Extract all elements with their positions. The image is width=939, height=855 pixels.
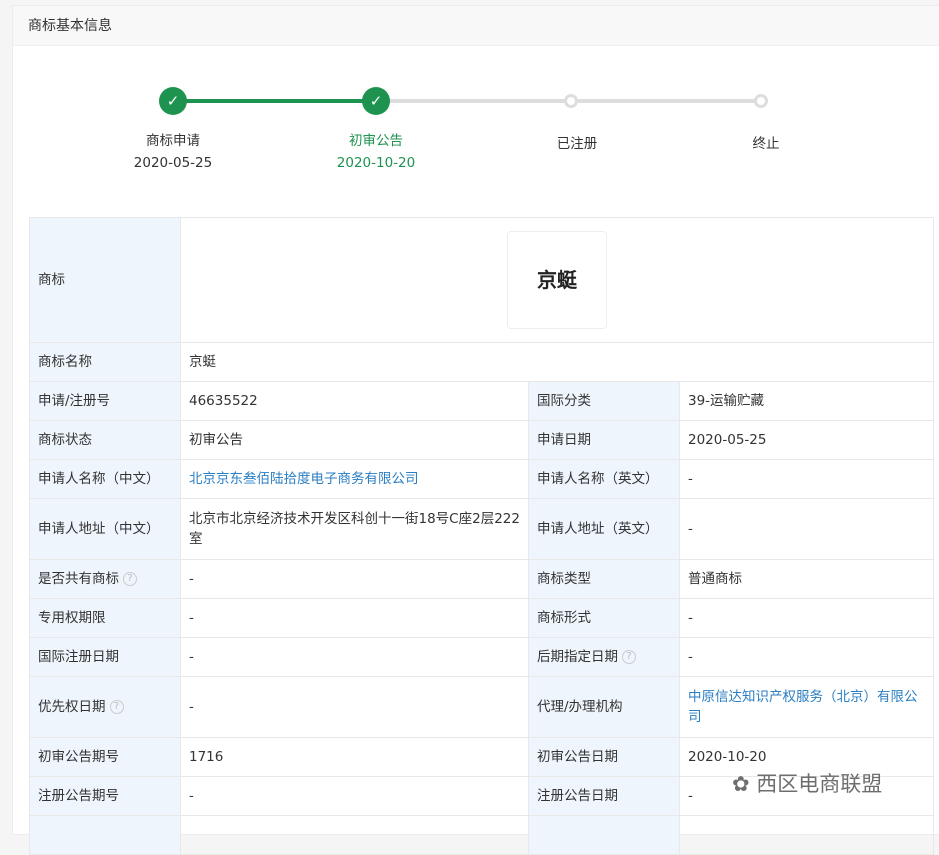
row-label: 国际分类 [528, 381, 680, 421]
panel-title: 商标基本信息 [13, 6, 939, 46]
help-icon[interactable]: ? [109, 700, 124, 714]
row-value: - [180, 598, 529, 638]
row-label: 是否共有商标 [38, 571, 119, 587]
table-row: 申请人地址（中文） 北京市北京经济技术开发区科创十一街18号C座2层222室 申请人… [29, 498, 934, 560]
row-label: 申请人名称（中文） [29, 459, 181, 499]
row-label: 商标形式 [528, 598, 680, 638]
row-label: 申请人地址（中文） [29, 498, 181, 560]
row-value: - [180, 776, 529, 816]
row-label: 商标名称 [29, 342, 181, 382]
row-value: 北京市北京经济技术开发区科创十一街18号C座2层222室 [180, 498, 529, 560]
row-label: 申请人名称（英文） [528, 459, 680, 499]
row-label: 商标状态 [29, 420, 181, 460]
row-value: - [679, 637, 934, 677]
row-label: 申请日期 [528, 420, 680, 460]
row-value: 京蜓 [180, 342, 934, 382]
step-4: 终止 [752, 136, 780, 152]
row-value: 初审公告 [180, 420, 529, 460]
row-label: 代理/办理机构 [528, 676, 680, 738]
step-3: 已注册 [556, 136, 598, 152]
table-row: 申请人名称（中文） 北京京东叁佰陆拾度电子商务有限公司 申请人名称（英文） - [29, 459, 934, 499]
row-label: 申请人地址（英文） [528, 498, 680, 560]
row-label: 注册公告日期 [528, 776, 680, 816]
row-value: 1716 [180, 737, 529, 777]
row-label: 注册公告期号 [29, 776, 181, 816]
step-check-icon: ✓ [362, 87, 390, 115]
step-pending-icon [564, 94, 578, 108]
watermark: ✿ 西区电商联盟 [732, 772, 883, 796]
step-check-icon: ✓ [159, 87, 187, 115]
row-label: 商标 [29, 217, 181, 343]
row-label: 初审公告期号 [29, 737, 181, 777]
table-row: 商标 京蜓 [29, 217, 934, 343]
agency-link[interactable]: 中原信达知识产权服务（北京）有限公司 [688, 689, 918, 725]
wechat-icon: ✿ [732, 772, 757, 796]
row-value: 46635522 [180, 381, 529, 421]
table-row: 国际注册日期 - 后期指定日期? - [29, 637, 934, 677]
row-value: - [679, 498, 934, 560]
trademark-info-table: 商标 京蜓 商标名称 京蜓 申请/注册号 46635522 国际分类 39-运输贮藏 … [29, 217, 934, 855]
table-row: 商标状态 初审公告 申请日期 2020-05-25 [29, 420, 934, 460]
row-value: - [180, 676, 529, 738]
row-label: 申请/注册号 [29, 381, 181, 421]
row-label: 商标类型 [528, 559, 680, 599]
progress-steps: ✓ ✓ 商标申请 2020-05-25 初审公告 2020-10-20 已注册 终止 [13, 46, 939, 216]
table-row [29, 815, 934, 855]
row-value: - [180, 559, 529, 599]
table-row: 优先权日期? - 代理/办理机构 中原信达知识产权服务（北京）有限公司 [29, 676, 934, 738]
row-value: - [180, 637, 529, 677]
table-row: 是否共有商标? - 商标类型 普通商标 [29, 559, 934, 599]
row-value: - [679, 598, 934, 638]
help-icon[interactable]: ? [622, 650, 636, 664]
step-pending-icon [754, 94, 768, 108]
row-label: 后期指定日期 [537, 649, 618, 665]
row-label: 优先权日期 [38, 699, 106, 715]
row-value: 普通商标 [679, 559, 934, 599]
row-value: 39-运输贮藏 [679, 381, 934, 421]
progress-line-done [173, 99, 376, 103]
table-row: 申请/注册号 46635522 国际分类 39-运输贮藏 [29, 381, 934, 421]
trademark-logo: 京蜓 [507, 231, 607, 329]
step-1: 商标申请 2020-05-25 [133, 133, 213, 171]
row-label: 专用权期限 [29, 598, 181, 638]
table-row: 商标名称 京蜓 [29, 342, 934, 382]
row-label: 国际注册日期 [29, 637, 181, 677]
table-row: 专用权期限 - 商标形式 - [29, 598, 934, 638]
trademark-info-panel: 商标基本信息 ✓ ✓ 商标申请 2020-05-25 初审公告 2020-10-20… [12, 5, 939, 855]
row-value: - [679, 459, 934, 499]
applicant-link[interactable]: 北京京东叁佰陆拾度电子商务有限公司 [189, 471, 419, 487]
step-2: 初审公告 2020-10-20 [336, 133, 416, 171]
row-value: 2020-05-25 [679, 420, 934, 460]
row-label: 初审公告日期 [528, 737, 680, 777]
help-icon[interactable]: ? [123, 572, 137, 586]
